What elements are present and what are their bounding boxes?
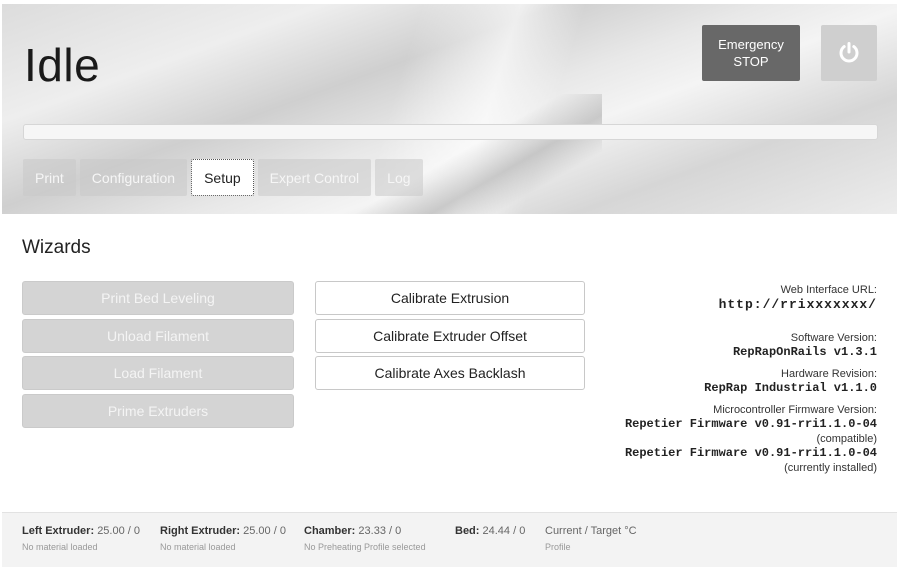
chamber-value: 23.33 / 0 [358, 525, 402, 537]
hardware-revision-value: RepRap Industrial v1.1.0 [704, 381, 877, 395]
header-background-shadow [302, 94, 602, 214]
calibrate-extruder-offset-button[interactable]: Calibrate Extruder Offset [315, 318, 585, 353]
wizards-left-column: Print Bed Leveling Unload Filament Load … [22, 281, 294, 431]
right-extruder-status: Right Extruder: 25.00 / 0 No material lo… [160, 525, 286, 552]
calibrate-extrusion-button[interactable]: Calibrate Extrusion [315, 281, 585, 315]
firmware-compatible-value: Repetier Firmware v0.91-rri1.1.0-04 [624, 417, 877, 431]
firmware-compatible-note: (compatible) [816, 433, 877, 445]
chamber-profile: No Preheating Profile selected [304, 542, 426, 552]
left-extruder-value: 25.00 / 0 [97, 525, 141, 537]
web-url-value: http://rrixxxxxxx/ [718, 297, 877, 312]
emergency-stop-button[interactable]: Emergency STOP [702, 25, 800, 81]
print-bed-leveling-button[interactable]: Print Bed Leveling [22, 281, 294, 315]
tab-configuration[interactable]: Configuration [79, 159, 188, 196]
bed-value: 24.44 / 0 [482, 525, 526, 537]
temperature-legend: Current / Target °C Profile [545, 525, 637, 552]
system-info-panel: Web Interface URL: http://rrixxxxxxx/ So… [577, 283, 877, 475]
printer-status-title: Idle [24, 39, 101, 91]
power-icon [839, 42, 859, 63]
firmware-installed-note: (currently installed) [784, 462, 877, 474]
header: Idle Emergency STOP Print Configuration … [2, 4, 897, 214]
bed-status: Bed: 24.44 / 0 [455, 525, 525, 537]
temperature-footer: Left Extruder: 25.00 / 0 No material loa… [2, 512, 897, 567]
software-version-label: Software Version: [790, 332, 877, 344]
web-url-label: Web Interface URL: [780, 284, 877, 296]
emergency-stop-label-line1: Emergency [718, 37, 784, 52]
firmware-installed-value: Repetier Firmware v0.91-rri1.1.0-04 [624, 446, 877, 460]
load-filament-button[interactable]: Load Filament [22, 356, 294, 390]
main-tabs: Print Configuration Setup Expert Control… [23, 159, 423, 196]
hardware-revision-label: Hardware Revision: [781, 368, 877, 380]
tab-print[interactable]: Print [23, 159, 76, 196]
power-button[interactable] [821, 25, 877, 81]
firmware-version-label: Microcontroller Firmware Version: [713, 404, 877, 416]
right-extruder-material: No material loaded [160, 542, 236, 552]
wizards-heading: Wizards [22, 237, 91, 258]
software-version-value: RepRapOnRails v1.3.1 [732, 345, 877, 359]
left-extruder-status: Left Extruder: 25.00 / 0 No material loa… [22, 525, 140, 552]
temperature-legend-main: Current / Target °C [545, 525, 637, 537]
tab-setup[interactable]: Setup [191, 159, 254, 196]
chamber-label: Chamber: [304, 525, 356, 537]
chamber-status: Chamber: 23.33 / 0 No Preheating Profile… [304, 525, 426, 552]
unload-filament-button[interactable]: Unload Filament [22, 318, 294, 353]
emergency-stop-label-line2: STOP [733, 54, 769, 69]
bed-label: Bed: [455, 525, 480, 537]
print-progress-bar [23, 124, 878, 140]
tab-log[interactable]: Log [375, 159, 423, 196]
prime-extruders-button[interactable]: Prime Extruders [22, 393, 294, 428]
right-extruder-label: Right Extruder: [160, 525, 241, 537]
calibrate-axes-backlash-button[interactable]: Calibrate Axes Backlash [315, 356, 585, 390]
wizards-middle-column: Calibrate Extrusion Calibrate Extruder O… [315, 281, 585, 394]
left-extruder-material: No material loaded [22, 542, 98, 552]
left-extruder-label: Left Extruder: [22, 525, 95, 537]
temperature-legend-sub: Profile [545, 542, 571, 552]
right-extruder-value: 25.00 / 0 [243, 525, 286, 537]
tab-expert-control[interactable]: Expert Control [257, 159, 372, 196]
